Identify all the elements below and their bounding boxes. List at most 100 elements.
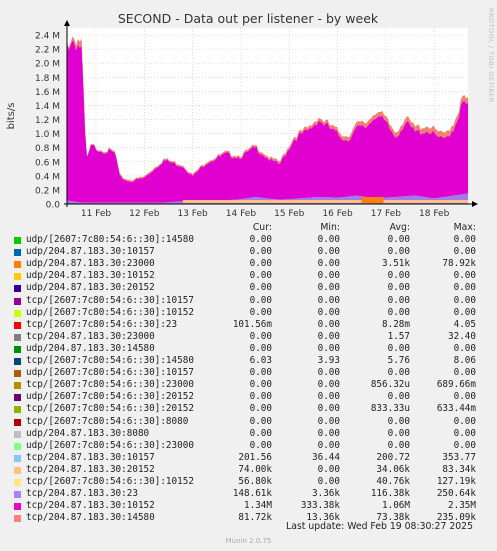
legend-max-value: 32.40 xyxy=(448,330,476,342)
legend-row: tcp/[2607:7c80:54:6::30]:8080 0.00 0.00 0.0… xyxy=(0,416,497,428)
legend-row: tcp/204.87.183.30:20152 74.00k 0.00 34.06k 8… xyxy=(0,464,497,476)
x-tick-label: 12 Feb xyxy=(129,209,160,219)
legend-min-value: 0.00 xyxy=(317,427,340,439)
legend-series-name: tcp/204.87.183.30:23000 xyxy=(26,330,155,342)
legend-swatch xyxy=(14,406,21,414)
legend-series-name: udp/204.87.183.30:8080 xyxy=(26,427,150,439)
legend-row: udp/[2607:7c80:54:6::30]:10152 0.00 0.00 0.… xyxy=(0,307,497,319)
legend-max-value: 127.19k xyxy=(436,476,476,487)
legend-row: udp/[2607:7c80:54:6::30]:20152 0.00 0.00 0.… xyxy=(0,391,497,403)
legend-min-value: 0.00 xyxy=(317,258,340,270)
y-tick-label: 0.2 M xyxy=(35,186,60,196)
y-axis-arrow xyxy=(64,20,70,26)
legend-max-value: 0.00 xyxy=(453,306,476,318)
legend-min-value: 0.00 xyxy=(317,463,340,475)
x-tick-label: 17 Feb xyxy=(371,209,402,219)
munin-version: Munin 2.0.75 xyxy=(225,537,272,545)
y-tick-label: 2.4 M xyxy=(35,32,60,42)
legend-header-max: Max: xyxy=(453,222,476,233)
legend-series-name: tcp/[2607:7c80:54:6::30]:23000 xyxy=(26,379,194,391)
legend-min-value: 0.00 xyxy=(317,476,340,487)
legend-series-name: udp/204.87.183.30:10152 xyxy=(26,270,155,282)
x-axis-arrow xyxy=(472,201,478,207)
legend-min-value: 0.00 xyxy=(317,415,340,427)
legend-swatch xyxy=(14,297,21,305)
legend-max-value: 2.35M xyxy=(448,500,476,512)
legend-max-value: 0.00 xyxy=(453,270,476,282)
area-series-bottom-band xyxy=(182,200,468,203)
legend-min-value: 0.00 xyxy=(317,234,340,245)
legend-row: tcp/204.87.183.30:23 148.61k 3.36k 116.38k 2… xyxy=(0,488,497,500)
legend-max-value: 250.64k xyxy=(436,488,476,500)
legend-swatch xyxy=(14,454,21,462)
legend-min-value: 0.00 xyxy=(317,246,340,258)
legend-row: tcp/[2607:7c80:54:6::30]:23 101.56m 0.00 8.… xyxy=(0,319,497,331)
legend-series-name: tcp/[2607:7c80:54:6::30]:10157 xyxy=(26,294,194,306)
last-update: Last update: Wed Feb 19 08:30:27 2025 xyxy=(286,521,473,532)
y-tick-label: 2.2 M xyxy=(35,46,60,56)
legend-min-value: 333.38k xyxy=(300,500,340,512)
legend-max-value: 0.00 xyxy=(453,391,476,403)
legend-swatch xyxy=(14,273,21,281)
x-tick-label: 14 Feb xyxy=(226,209,257,219)
legend-min-value: 0.00 xyxy=(317,403,340,415)
legend-swatch xyxy=(14,370,21,378)
legend-min-value: 0.00 xyxy=(317,367,340,379)
legend-row: udp/204.87.183.30:23000 0.00 0.00 3.51k 78.9… xyxy=(0,258,497,270)
legend-max-value: 633.44m xyxy=(436,403,476,415)
legend-min-value: 0.00 xyxy=(317,306,340,318)
y-tick-label: 1.8 M xyxy=(35,74,60,84)
legend-swatch xyxy=(14,515,21,523)
legend-series-name: tcp/[2607:7c80:54:6::30]:23 xyxy=(26,318,178,330)
legend-row: tcp/204.87.183.30:10152 1.34M 333.38k 1.06M… xyxy=(0,500,497,512)
x-tick-label: 15 Feb xyxy=(274,209,305,219)
legend-row: tcp/[2607:7c80:54:6::30]:23000 0.00 0.00 85… xyxy=(0,379,497,391)
x-axis-ticks: 11 Feb 12 Feb 13 Feb 14 Feb 15 Feb 16 Feb 17 F… xyxy=(81,209,450,219)
legend-swatch xyxy=(14,442,21,450)
legend-row: udp/204.87.183.30:10152 0.00 0.00 0.00 0.00 xyxy=(0,270,497,282)
legend-max-value: 0.00 xyxy=(453,246,476,258)
x-tick-label: 16 Feb xyxy=(322,209,353,219)
legend-swatch xyxy=(14,321,21,329)
legend-row: udp/204.87.183.30:10157 0.00 0.00 0.00 0.00 xyxy=(0,246,497,258)
legend-row: udp/204.87.183.30:8080 0.00 0.00 0.00 0.00 xyxy=(0,428,497,440)
legend-series-name: udp/[2607:7c80:54:6::30]:14580 xyxy=(26,234,194,245)
x-tick-label: 11 Feb xyxy=(81,209,112,219)
y-tick-label: 1.6 M xyxy=(35,88,60,98)
legend-series-name: udp/[2607:7c80:54:6::30]:20152 xyxy=(26,391,194,403)
y-tick-label: 0.0 xyxy=(46,201,61,211)
legend-series-name: tcp/204.87.183.30:14580 xyxy=(26,512,155,524)
legend-min-value: 0.00 xyxy=(317,330,340,342)
legend-row: tcp/[2607:7c80:54:6::30]:14580 6.03 3.93 5.… xyxy=(0,355,497,367)
legend-row: udp/[2607:7c80:54:6::30]:23000 0.00 0.00 0.… xyxy=(0,440,497,452)
legend-series-name: tcp/[2607:7c80:54:6::30]:8080 xyxy=(26,415,189,427)
legend-series-name: udp/204.87.183.30:14580 xyxy=(26,342,155,354)
y-tick-label: 1.4 M xyxy=(35,102,60,112)
y-tick-label: 0.8 M xyxy=(35,144,60,154)
x-tick-label: 18 Feb xyxy=(419,209,450,219)
legend-min-value: 0.00 xyxy=(317,342,340,354)
legend-series-name: tcp/204.87.183.30:23 xyxy=(26,488,138,500)
legend-swatch xyxy=(14,491,21,499)
legend-series-name: udp/204.87.183.30:23000 xyxy=(26,258,155,270)
legend-swatch xyxy=(14,382,21,390)
legend-max-value: 0.00 xyxy=(453,367,476,379)
legend-swatch xyxy=(14,430,21,438)
legend-swatch xyxy=(14,249,21,257)
legend-series-name: tcp/[2607:7c80:54:6::30]:20152 xyxy=(26,403,194,415)
legend-swatch xyxy=(14,479,21,486)
legend-row: tcp/[2607:7c80:54:6::30]:10152 56.80k 0.00… xyxy=(0,476,497,488)
rrdtool-credit: RRDTOOL / TOBI OETIKER xyxy=(487,8,495,103)
legend-min-value: 0.00 xyxy=(317,379,340,391)
legend-min-value: 0.00 xyxy=(317,282,340,294)
legend-row: tcp/204.87.183.30:23000 0.00 0.00 1.57 32.40 xyxy=(0,331,497,343)
legend-row: udp/204.87.183.30:14580 0.00 0.00 0.00 0.00 xyxy=(0,343,497,355)
legend-max-value: 78.92k xyxy=(442,258,476,270)
legend-row: tcp/[2607:7c80:54:6::30]:10157 0.00 0.00 0.… xyxy=(0,295,497,307)
legend-max-value: 689.66m xyxy=(436,379,476,391)
legend-header-min: Min: xyxy=(320,222,340,233)
legend-row: udp/[2607:7c80:54:6::30]:10157 0.00 0.00 0.… xyxy=(0,367,497,379)
y-tick-label: 2.0 M xyxy=(35,60,60,70)
legend-swatch xyxy=(14,358,21,365)
legend-series-name: udp/[2607:7c80:54:6::30]:10152 xyxy=(26,306,194,318)
